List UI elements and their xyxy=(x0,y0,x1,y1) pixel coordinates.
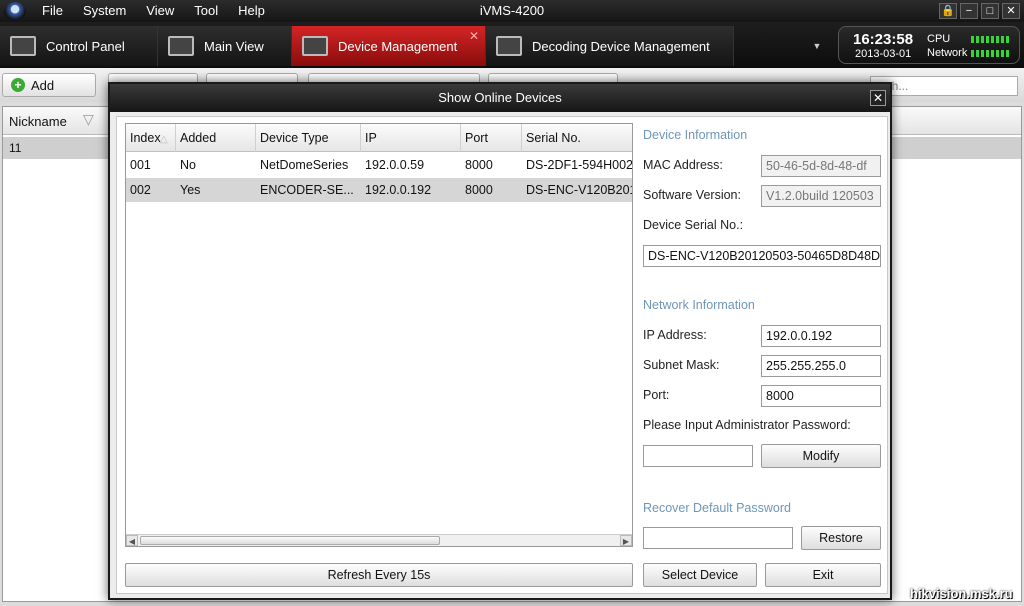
software-version-field: V1.2.0build 120503 xyxy=(761,185,881,207)
admin-password-input[interactable] xyxy=(643,445,753,467)
subnet-mask-input[interactable]: 255.255.255.0 xyxy=(761,355,881,377)
online-devices-table: Index △ Added Device Type IP Port Serial … xyxy=(125,123,633,547)
index-cell: 001 xyxy=(130,158,151,172)
dialog-body: Index △ Added Device Type IP Port Serial … xyxy=(116,116,888,594)
cpu-label: CPU xyxy=(927,33,951,45)
window-controls: 🔒 − □ ✕ xyxy=(939,3,1020,19)
table-row[interactable]: 002 Yes ENCODER-SE... 192.0.0.192 8000 D… xyxy=(126,178,633,202)
col-ip[interactable]: IP xyxy=(361,124,461,152)
scroll-left-icon[interactable]: ◀ xyxy=(126,535,138,546)
added-cell: Yes xyxy=(180,183,201,197)
tab-label: Decoding Device Management xyxy=(532,38,710,54)
device-icon xyxy=(302,36,328,56)
nickname-cell: 11 xyxy=(9,141,22,155)
port-cell: 8000 xyxy=(465,158,493,172)
restore-button[interactable]: Restore xyxy=(801,526,881,550)
col-index[interactable]: Index △ xyxy=(126,124,176,152)
menu-system[interactable]: System xyxy=(83,3,126,18)
tab-control-panel[interactable]: Control Panel xyxy=(0,26,158,66)
tab-label: Device Management xyxy=(338,38,458,54)
device-info-heading: Device Information xyxy=(643,128,748,142)
port-input[interactable]: 8000 xyxy=(761,385,881,407)
recover-password-heading: Recover Default Password xyxy=(643,501,791,515)
cpu-meter xyxy=(971,36,1011,43)
clock-time: 16:23:58 xyxy=(853,31,914,48)
add-label: Add xyxy=(31,77,55,93)
decoder-icon xyxy=(496,36,522,56)
network-label: Network xyxy=(927,47,968,59)
tab-label: Control Panel xyxy=(46,38,125,54)
scroll-right-icon[interactable]: ▶ xyxy=(620,535,632,546)
lock-icon[interactable]: 🔒 xyxy=(939,3,957,19)
tab-decoding-device-management[interactable]: Decoding Device Management xyxy=(486,26,734,66)
software-version-label: Software Version: xyxy=(643,188,741,202)
add-button[interactable]: + Add xyxy=(2,73,96,97)
search-input[interactable]: arch... xyxy=(870,76,1018,96)
menu-bar: File System View Tool Help xyxy=(42,3,285,18)
modify-button[interactable]: Modify xyxy=(761,444,881,468)
port-cell: 8000 xyxy=(465,183,493,197)
dialog-close-button[interactable]: ✕ xyxy=(870,90,886,106)
filter-icon[interactable]: ▽ xyxy=(83,111,101,129)
title-bar: File System View Tool Help iVMS-4200 🔒 −… xyxy=(0,0,1024,22)
col-serial[interactable]: Serial No. xyxy=(522,124,632,152)
table-row[interactable]: 001 No NetDomeSeries 192.0.0.59 8000 DS-… xyxy=(126,153,633,177)
mac-label: MAC Address: xyxy=(643,158,723,172)
add-icon: + xyxy=(11,78,25,92)
col-index-label: Index xyxy=(130,131,161,145)
clock-date: 2013-03-01 xyxy=(855,48,912,60)
tab-device-management[interactable]: Device Management ✕ xyxy=(292,26,486,66)
tab-dropdown-icon[interactable]: ▼ xyxy=(808,26,826,66)
menu-view[interactable]: View xyxy=(146,3,174,18)
device-type-cell: ENCODER-SE... xyxy=(260,183,354,197)
network-info-heading: Network Information xyxy=(643,298,755,312)
monitor-icon xyxy=(168,36,194,56)
horizontal-scrollbar[interactable]: ◀ ▶ xyxy=(126,534,632,546)
ip-cell: 192.0.0.59 xyxy=(365,158,425,172)
menu-help[interactable]: Help xyxy=(238,3,265,18)
serial-cell: DS-2DF1-594H002 xyxy=(526,158,633,172)
status-clock: 16:23:58 2013-03-01 CPU Network xyxy=(838,26,1020,64)
exit-button[interactable]: Exit xyxy=(765,563,881,587)
dialog-title: Show Online Devices xyxy=(110,84,890,112)
serial-cell: DS-ENC-V120B201 xyxy=(526,183,633,197)
tab-close-icon[interactable]: ✕ xyxy=(469,29,479,43)
show-online-devices-dialog: Show Online Devices ✕ Index △ Added Devic… xyxy=(108,82,892,600)
nickname-header[interactable]: Nickname xyxy=(9,114,67,129)
recover-password-input[interactable] xyxy=(643,527,793,549)
ip-cell: 192.0.0.192 xyxy=(365,183,432,197)
menu-file[interactable]: File xyxy=(42,3,63,18)
control-panel-icon xyxy=(10,36,36,56)
col-added[interactable]: Added xyxy=(176,124,256,152)
online-devices-header: Index △ Added Device Type IP Port Serial … xyxy=(126,124,632,152)
app-logo-icon xyxy=(4,2,26,20)
select-device-button[interactable]: Select Device xyxy=(643,563,757,587)
serial-label: Device Serial No.: xyxy=(643,218,744,232)
serial-field: DS-ENC-V120B20120503-50465D8D48DF xyxy=(643,245,881,267)
admin-password-label: Please Input Administrator Password: xyxy=(643,418,851,432)
maximize-button[interactable]: □ xyxy=(981,3,999,19)
mac-field: 50-46-5d-8d-48-df xyxy=(761,155,881,177)
scroll-thumb[interactable] xyxy=(140,536,440,545)
index-cell: 002 xyxy=(130,183,151,197)
col-device-type[interactable]: Device Type xyxy=(256,124,361,152)
device-details-panel: Device Information MAC Address: 50-46-5d… xyxy=(643,123,885,589)
minimize-button[interactable]: − xyxy=(960,3,978,19)
network-meter xyxy=(971,50,1011,57)
tab-main-view[interactable]: Main View xyxy=(158,26,292,66)
close-window-button[interactable]: ✕ xyxy=(1002,3,1020,19)
ip-address-label: IP Address: xyxy=(643,328,707,342)
added-cell: No xyxy=(180,158,196,172)
col-port[interactable]: Port xyxy=(461,124,522,152)
device-type-cell: NetDomeSeries xyxy=(260,158,349,172)
refresh-button[interactable]: Refresh Every 15s xyxy=(125,563,633,587)
watermark: hikvision.msk.ru xyxy=(910,586,1013,601)
menu-tool[interactable]: Tool xyxy=(194,3,218,18)
ip-address-input[interactable]: 192.0.0.192 xyxy=(761,325,881,347)
port-label: Port: xyxy=(643,388,670,402)
subnet-mask-label: Subnet Mask: xyxy=(643,358,720,372)
tab-label: Main View xyxy=(204,38,264,54)
sort-icon: △ xyxy=(160,134,168,145)
